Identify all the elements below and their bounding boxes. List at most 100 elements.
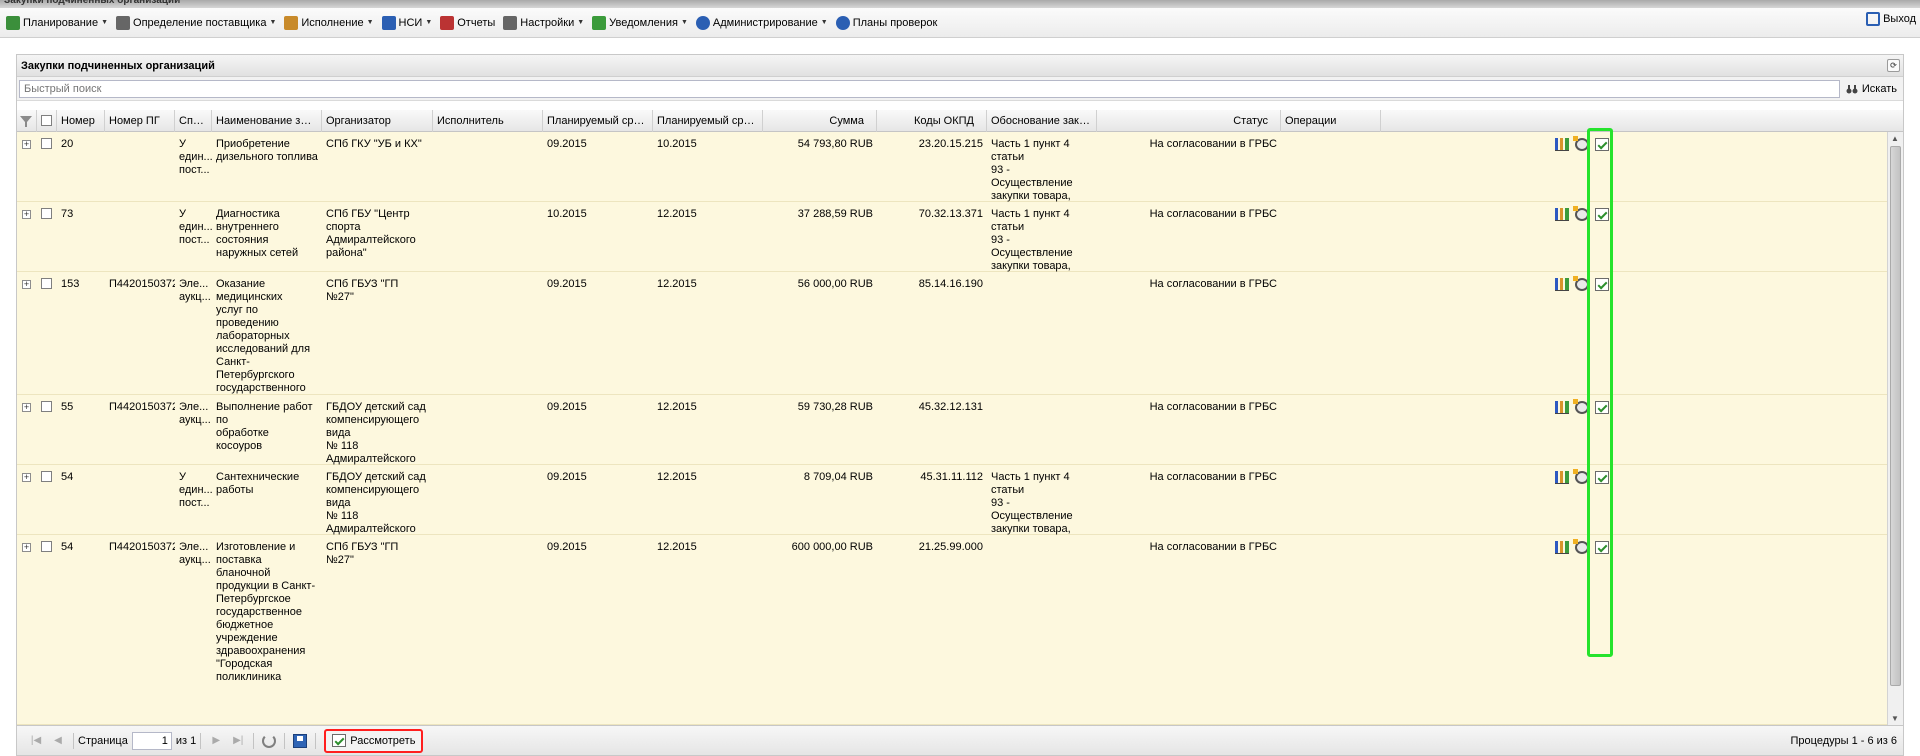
table-row[interactable]: +54П4420150372...Эле...аукц...Изготовлен… bbox=[17, 535, 1887, 725]
menu-reports[interactable]: Отчеты bbox=[438, 12, 501, 34]
column-header-number[interactable]: Номер bbox=[57, 110, 105, 132]
settings-gear-icon[interactable] bbox=[1573, 469, 1589, 484]
chart-icon[interactable] bbox=[1555, 471, 1569, 484]
settings-gear-icon[interactable] bbox=[1573, 399, 1589, 414]
review-icon[interactable] bbox=[1595, 138, 1609, 151]
cell-name: Выполнение работ по обработке косоуров bbox=[212, 401, 322, 453]
column-header-plan-end[interactable]: Планируемый срок ис... bbox=[653, 110, 763, 132]
row-operations bbox=[1555, 469, 1609, 484]
next-page-icon[interactable]: ▶ bbox=[208, 733, 224, 749]
row-checkbox[interactable] bbox=[41, 401, 52, 412]
menu-notifications[interactable]: Уведомления ▼ bbox=[590, 12, 694, 34]
cell-name-line: Оказание медицинских bbox=[216, 278, 283, 303]
page-count-label: из 1 bbox=[175, 734, 197, 747]
review-icon[interactable] bbox=[1595, 471, 1609, 484]
expand-row-icon[interactable]: + bbox=[22, 473, 31, 482]
column-header-method[interactable]: Спо... bbox=[175, 110, 212, 132]
refresh-tool-icon[interactable]: ⟳ bbox=[1887, 59, 1900, 72]
menu-supplier[interactable]: Определение поставщика ▼ bbox=[114, 12, 282, 34]
settings-gear-icon[interactable] bbox=[1573, 206, 1589, 221]
column-header-plan-start[interactable]: Планируемый срок ра... bbox=[543, 110, 653, 132]
cell-name-line: исследований для bbox=[216, 343, 311, 355]
vertical-scrollbar[interactable]: ▲ ▼ bbox=[1887, 132, 1903, 725]
review-button[interactable]: Рассмотреть bbox=[324, 728, 424, 753]
scroll-up-icon[interactable]: ▲ bbox=[1891, 134, 1899, 143]
expand-row-icon[interactable]: + bbox=[22, 280, 31, 289]
user-icon bbox=[835, 15, 850, 30]
scroll-thumb[interactable] bbox=[1890, 146, 1901, 686]
row-checkbox[interactable] bbox=[41, 541, 52, 552]
menu-planning[interactable]: Планирование ▼ bbox=[4, 12, 114, 34]
expand-row-icon[interactable]: + bbox=[22, 140, 31, 149]
table-row[interactable]: +20 Уедин... пост... Приобретение дизельного… bbox=[17, 132, 1887, 267]
expand-row-icon[interactable]: + bbox=[22, 403, 31, 412]
menu-notifications-label: Уведомления bbox=[609, 16, 678, 29]
cell-name-line: наружных сетей bbox=[216, 247, 299, 259]
cell-pg-number: П4420150372... bbox=[109, 278, 175, 290]
cell-okpd: 21.25.99.000 bbox=[918, 541, 983, 553]
chevron-down-icon: ▼ bbox=[680, 19, 688, 26]
table-row[interactable]: +73 Уедин... пост... Диагностика внутреннего… bbox=[17, 202, 1887, 337]
scroll-down-icon[interactable]: ▼ bbox=[1891, 714, 1899, 723]
menu-plans[interactable]: Планы проверок bbox=[834, 12, 944, 34]
column-header-name[interactable]: Наименование закупки bbox=[212, 110, 322, 132]
binoculars-icon bbox=[1846, 83, 1858, 95]
row-checkbox[interactable] bbox=[41, 278, 52, 289]
row-checkbox[interactable] bbox=[41, 471, 52, 482]
menu-nsi[interactable]: НСИ ▼ bbox=[380, 12, 439, 34]
column-header-reason[interactable]: Обоснование заключе... bbox=[987, 110, 1097, 132]
first-page-icon[interactable]: |◀ bbox=[28, 733, 44, 749]
review-icon[interactable] bbox=[1595, 208, 1609, 221]
chart-icon[interactable] bbox=[1555, 278, 1569, 291]
last-page-icon[interactable]: ▶| bbox=[230, 733, 246, 749]
review-icon[interactable] bbox=[1595, 401, 1609, 414]
clear-filter-icon[interactable] bbox=[17, 110, 37, 132]
search-button[interactable]: Искать bbox=[1840, 83, 1901, 95]
cell-name-line: дизельного топлива bbox=[216, 151, 318, 163]
cell-organizer: СПб ГКУ "УБ и КХ" bbox=[322, 138, 433, 151]
list-icon bbox=[6, 15, 20, 30]
save-icon[interactable] bbox=[293, 733, 308, 748]
cell-organizer-line: № 118 bbox=[326, 440, 359, 452]
cell-name-line: Диагностика bbox=[216, 208, 280, 220]
settings-gear-icon[interactable] bbox=[1573, 136, 1589, 151]
column-header-executor[interactable]: Исполнитель bbox=[433, 110, 543, 132]
prev-page-icon[interactable]: ◀ bbox=[50, 733, 66, 749]
expand-row-icon[interactable]: + bbox=[22, 543, 31, 552]
grid-body: +20 Уедин... пост... Приобретение дизельного… bbox=[17, 132, 1887, 725]
row-checkbox[interactable] bbox=[41, 208, 52, 219]
chart-icon[interactable] bbox=[1555, 138, 1569, 151]
settings-gear-icon[interactable] bbox=[1573, 539, 1589, 554]
menu-execution[interactable]: Исполнение ▼ bbox=[282, 12, 379, 34]
table-row[interactable]: +54 Уедин... пост... Сантехнические работы Г… bbox=[17, 465, 1887, 600]
table-row[interactable]: +55П4420150372...Эле...аукц...Выполнение… bbox=[17, 395, 1887, 491]
table-row[interactable]: +153П4420150372...Эле...аукц...Оказание … bbox=[17, 272, 1887, 472]
settings-gear-icon[interactable] bbox=[1573, 276, 1589, 291]
column-header-sum[interactable]: Сумма bbox=[763, 110, 877, 132]
cell-number: 73 bbox=[61, 208, 74, 220]
refresh-icon[interactable] bbox=[262, 733, 277, 748]
window-title: Закупки подчиненных организаций bbox=[0, 0, 1920, 8]
column-header-operations[interactable]: Операции bbox=[1281, 110, 1381, 132]
page-number-input[interactable] bbox=[131, 731, 172, 750]
row-checkbox[interactable] bbox=[41, 138, 52, 149]
cell-method-line: Эле... bbox=[179, 278, 209, 290]
menu-admin[interactable]: Администрирование ▼ bbox=[694, 12, 834, 34]
select-all-checkbox[interactable] bbox=[37, 110, 57, 132]
chart-icon[interactable] bbox=[1555, 208, 1569, 221]
review-icon[interactable] bbox=[1595, 541, 1609, 554]
column-header-pg-number[interactable]: Номер ПГ bbox=[105, 110, 175, 132]
column-header-organizer[interactable]: Организатор bbox=[322, 110, 433, 132]
cell-pg-number: П4420150372... bbox=[109, 541, 175, 553]
chart-icon[interactable] bbox=[1555, 401, 1569, 414]
exit-button[interactable]: Выход bbox=[1866, 12, 1916, 26]
quick-search-input[interactable] bbox=[19, 79, 1840, 98]
menu-settings[interactable]: Настройки ▼ bbox=[501, 12, 590, 34]
review-icon[interactable] bbox=[1595, 278, 1609, 291]
cell-name: Сантехнические работы bbox=[212, 471, 322, 497]
column-header-status[interactable]: Статус bbox=[1097, 110, 1281, 132]
column-header-okpd[interactable]: Коды ОКПД bbox=[877, 110, 987, 132]
expand-row-icon[interactable]: + bbox=[22, 210, 31, 219]
cell-organizer: СПб ГБУ "Центр спорта Адмиралтейского райо… bbox=[322, 208, 433, 260]
chart-icon[interactable] bbox=[1555, 541, 1569, 554]
